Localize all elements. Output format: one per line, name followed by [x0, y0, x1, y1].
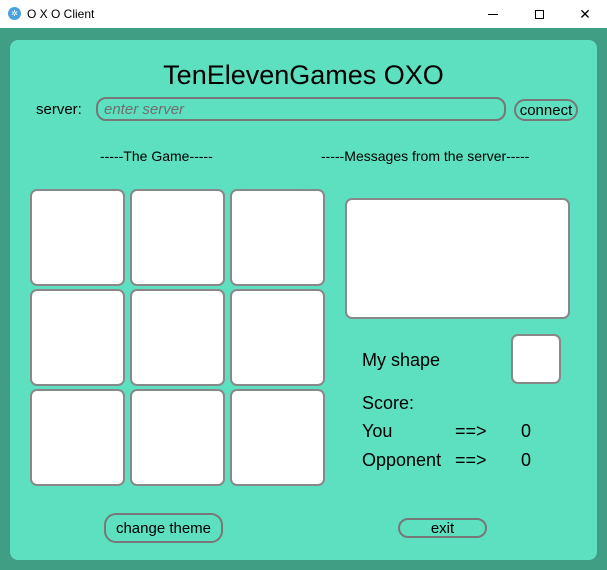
exit-button[interactable]: exit — [398, 518, 487, 538]
maximize-icon — [534, 9, 544, 19]
maximize-button[interactable] — [516, 0, 562, 28]
minimize-button[interactable] — [470, 0, 516, 28]
app-icon: ✲ — [8, 7, 21, 20]
board-cell-5[interactable] — [130, 289, 225, 386]
page-title: TenElevenGames OXO — [163, 60, 444, 90]
close-button[interactable]: ✕ — [562, 0, 607, 28]
close-icon: ✕ — [579, 5, 591, 22]
board-cell-4[interactable] — [30, 289, 125, 386]
my-shape-label: My shape — [362, 350, 441, 370]
connect-button[interactable]: connect — [514, 99, 578, 121]
board-cell-9[interactable] — [230, 389, 325, 486]
server-input[interactable] — [96, 97, 506, 121]
score-opponent-value: 0 — [521, 450, 532, 470]
score-you-value: 0 — [521, 421, 532, 441]
board-cell-2[interactable] — [130, 189, 225, 286]
server-messages-box — [345, 198, 570, 319]
score-opponent-label: Opponent — [362, 450, 442, 470]
score-you-arrow: ==> — [455, 421, 487, 441]
messages-heading: -----Messages from the server----- — [321, 148, 530, 164]
board-cell-6[interactable] — [230, 289, 325, 386]
server-label: server: — [36, 101, 82, 118]
board-cell-3[interactable] — [230, 189, 325, 286]
change-theme-button[interactable]: change theme — [104, 513, 223, 543]
board-cell-7[interactable] — [30, 389, 125, 486]
minimize-icon — [488, 13, 498, 15]
game-board — [30, 189, 326, 487]
score-opponent-arrow: ==> — [455, 450, 487, 470]
my-shape-box — [511, 334, 561, 384]
board-cell-8[interactable] — [130, 389, 225, 486]
game-heading: -----The Game----- — [100, 148, 213, 164]
score-label: Score: — [362, 393, 415, 413]
score-you-label: You — [362, 421, 393, 441]
window-title: O X O Client — [27, 7, 95, 21]
board-cell-1[interactable] — [30, 189, 125, 286]
window-titlebar: ✲ O X O Client ✕ — [0, 0, 607, 28]
